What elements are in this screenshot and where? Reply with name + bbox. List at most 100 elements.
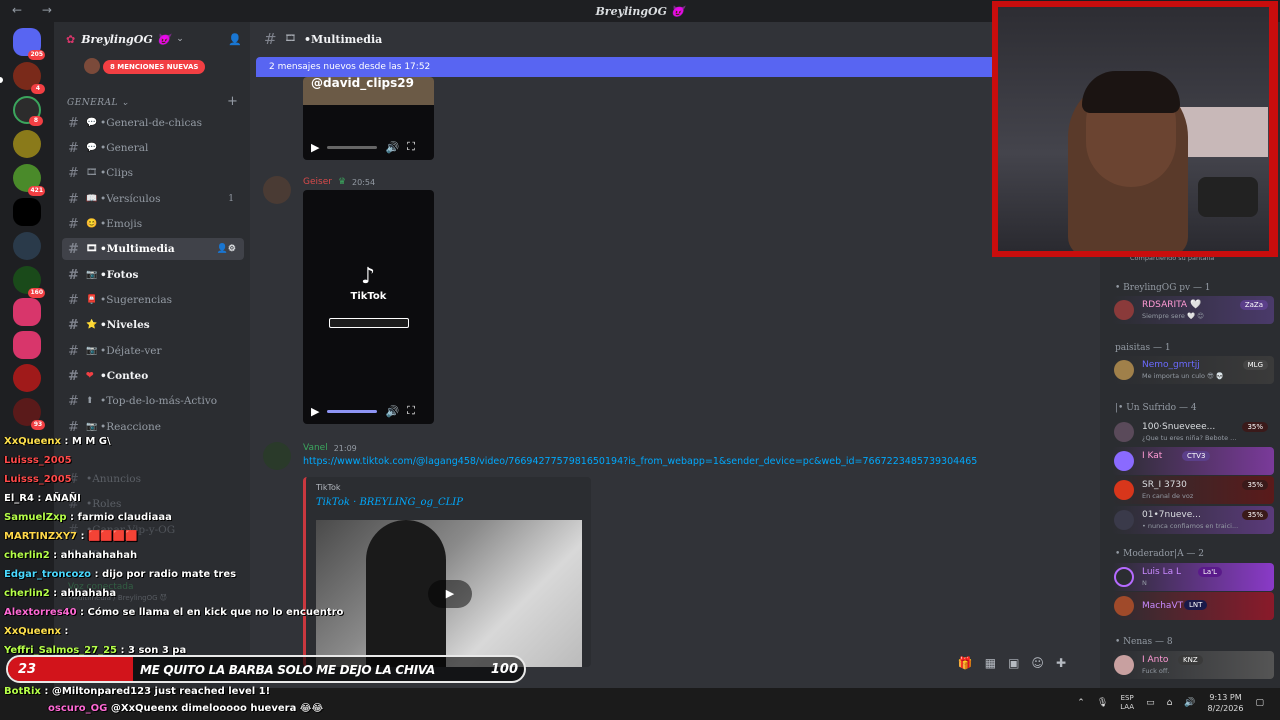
invite-and-settings-icons[interactable]: 👤⚙ [217, 244, 236, 254]
play-icon[interactable]: ▶ [311, 141, 319, 154]
chat-text: ahhahahahah [60, 550, 138, 561]
channel-sugerencias[interactable]: # 📮 •Sugerencias [62, 289, 244, 311]
play-icon[interactable]: ▶ [428, 580, 472, 608]
member-row[interactable]: 01•7nueve... • nunca confiamos en traici… [1112, 506, 1274, 534]
video-player-1[interactable]: @david_clips29 ▶ 🔊 ⛶ [303, 77, 434, 160]
chevron-up-icon[interactable]: ⌃ [1077, 698, 1085, 708]
chat-username: Luisss_2005 [4, 474, 72, 485]
camera-icon: 📷 [86, 346, 98, 356]
avatar [1114, 510, 1134, 530]
language-indicator[interactable]: ESP LAA [1120, 694, 1134, 712]
category-general[interactable]: GENERAL ⌄ [67, 98, 129, 108]
channel-count: 1 [228, 194, 234, 204]
server-icon-4[interactable]: 421 [13, 164, 45, 196]
channel-clips[interactable]: # 🎞 •Clips [62, 162, 244, 184]
avatar [1114, 422, 1134, 442]
server-icon-6[interactable] [13, 232, 41, 260]
channel-general[interactable]: # 💬 •General [62, 137, 244, 159]
avatar[interactable] [263, 176, 291, 204]
member-row[interactable]: 100·Snueveee... ¿Que tu eres niña? Bebot… [1112, 418, 1274, 446]
volume-icon[interactable]: 🔊 [1184, 698, 1195, 708]
video-player-2[interactable]: ♪ TikTok ▶ 🔊 ⛶ [303, 190, 434, 424]
video-seek-bar[interactable] [327, 145, 378, 149]
channel-multimedia[interactable]: # 🎞 •Multimedia 👤⚙ [62, 238, 244, 260]
link-embed[interactable]: TikTok TikTok · BREYLING_og_CLIP ▶ [303, 477, 591, 667]
channel-top-activo[interactable]: # ⬆ •Top-de-lo-más-Activo [62, 390, 244, 412]
volume-icon[interactable]: 🔊 [385, 141, 399, 154]
play-icon[interactable]: ▶ [311, 405, 319, 418]
new-mentions-pill[interactable]: 8 MENCIONES NUEVAS [103, 60, 206, 74]
server-icon-10[interactable] [13, 364, 41, 392]
microphone-icon[interactable]: 🎙 [1097, 698, 1108, 708]
system-tray: ⌃ 🎙 ESP LAA ▭ ⌂ 🔊 9:13 PM 8/2/2026 ▢ [1077, 692, 1264, 714]
username[interactable]: Vanel [303, 443, 328, 453]
avatar [1114, 360, 1134, 380]
video-seek-bar[interactable] [327, 409, 378, 413]
channel-general-de-chicas[interactable]: # 💬 •General-de-chicas [62, 112, 244, 134]
add-channel-icon[interactable]: + [227, 94, 238, 109]
display-icon[interactable]: ▭ [1146, 698, 1155, 708]
server-badge: 160 [28, 288, 45, 298]
notifications-icon[interactable]: ▢ [1255, 698, 1264, 708]
chat-message: XxQueenx : M M G\ [4, 436, 111, 447]
channel-versiculos[interactable]: # 📖 •Versículos 1 [62, 188, 244, 210]
server-icon-3[interactable] [13, 130, 41, 158]
channel-emojis[interactable]: # 😊 •Emojis [62, 213, 244, 235]
member-row[interactable]: Luis La L N La'L [1112, 563, 1274, 591]
member-tag: MLG [1242, 360, 1268, 370]
member-name: I Kat [1142, 451, 1163, 461]
avatar [84, 58, 100, 74]
channel-label: •Emojis [100, 218, 143, 230]
chat-text: Cómo se llama el en kick que no lo encue… [87, 607, 344, 618]
guild-header[interactable]: ✿ BreylingOG 😈 ⌄ 👤 [54, 22, 250, 56]
member-row[interactable]: I Kat CTV3 [1112, 447, 1274, 475]
member-row[interactable]: MachaVT LNT [1112, 592, 1274, 620]
guild-name: BreylingOG 😈 [81, 32, 171, 46]
lang-primary: ESP [1120, 694, 1134, 702]
username[interactable]: Geiser [303, 177, 332, 187]
fullscreen-icon[interactable]: ⛶ [407, 404, 415, 418]
network-icon[interactable]: ⌂ [1167, 698, 1173, 708]
chat-message: MARTINZXY7 : 🟥🟥🟥🟥 [4, 531, 138, 542]
chevron-down-icon[interactable]: ⌄ [176, 34, 184, 44]
direct-messages-button[interactable]: 205 [13, 28, 45, 60]
new-messages-bar[interactable]: 2 mensajes nuevos desde las 17:52 [256, 57, 1096, 77]
server-icon-8[interactable] [13, 298, 41, 326]
server-badge: 8 [29, 116, 43, 126]
chat-message: BotRix : @Miltonpared123 just reached le… [4, 686, 271, 697]
member-tag: CTV3 [1182, 451, 1211, 461]
tiktok-link[interactable]: https://www.tiktok.com/@lagang458/video/… [303, 456, 977, 467]
embed-thumbnail[interactable]: ▶ [316, 520, 582, 667]
avatar [1114, 451, 1134, 471]
member-group-header: • Nenas — 8 [1115, 637, 1173, 647]
timestamp: 21:09 [333, 443, 357, 453]
composer-toolbar[interactable]: 🎁▦▣☺✚ [958, 656, 1078, 670]
embed-title[interactable]: TikTok · BREYLING_og_CLIP [316, 497, 463, 508]
star-icon: ⭐ [86, 320, 98, 330]
avatar [1114, 480, 1134, 500]
server-icon-5[interactable] [13, 198, 41, 226]
server-icon-7[interactable]: 160 [13, 266, 45, 298]
channel-conteo[interactable]: # ❤ •Conteo [62, 365, 244, 387]
server-icon-2[interactable]: 8 [13, 96, 43, 126]
member-row[interactable]: Nemo_gmrtjj Me importa un culo 😎 💀 MLG [1112, 356, 1274, 384]
history-nav-arrows[interactable]: ← → [12, 3, 60, 17]
member-name: 100·Snueveee... [1142, 422, 1216, 432]
taskbar: BotRix : @Miltonpared123 just reached le… [0, 686, 1280, 720]
chat-message: Alextorres40 : Cómo se llama el en kick … [4, 607, 344, 618]
member-row[interactable]: RDSARITA 🤍 Siempre sere 🤍 😊 ZaZa [1112, 296, 1274, 324]
channel-dejate-ver[interactable]: # 📷 •Déjate-ver [62, 340, 244, 362]
unread-pip [0, 77, 3, 83]
member-row[interactable]: SR_I 3730 En canal de voz 35% [1112, 476, 1274, 504]
member-row[interactable]: I Anto Fuck off. KNZ [1112, 651, 1274, 679]
channel-fotos[interactable]: # 📷 •Fotos [62, 264, 244, 286]
volume-icon[interactable]: 🔊 [385, 405, 399, 418]
server-icon-11[interactable]: 93 [13, 398, 45, 430]
add-friend-icon[interactable]: 👤 [228, 33, 242, 46]
channel-niveles[interactable]: # ⭐ •Niveles [62, 314, 244, 336]
clock[interactable]: 9:13 PM 8/2/2026 [1208, 692, 1244, 714]
server-icon-1[interactable]: 4 [13, 62, 45, 94]
fullscreen-icon[interactable]: ⛶ [407, 140, 415, 154]
chat-text: @Miltonpared123 just reached level 1! [51, 686, 271, 697]
server-icon-9[interactable] [13, 331, 41, 359]
